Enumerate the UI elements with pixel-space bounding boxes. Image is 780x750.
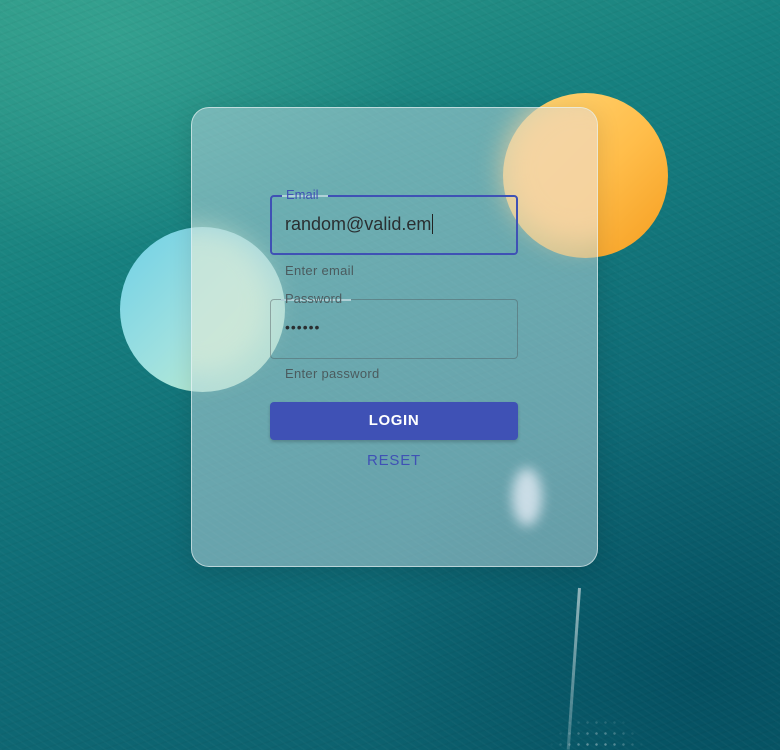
orange-glass-reflection (504, 108, 597, 244)
email-input[interactable]: random@valid.em (285, 214, 434, 235)
password-field[interactable]: Password •••••• (270, 292, 518, 359)
text-caret (432, 214, 434, 234)
login-card: Email random@valid.em Enter email Passwo… (191, 107, 598, 567)
light-glass-reflection (512, 468, 542, 526)
password-field-label: Password (285, 291, 343, 306)
email-field-label: Email (286, 187, 319, 202)
password-helper-text: Enter password (285, 366, 380, 381)
boat-wake-spray (520, 640, 660, 750)
teal-glass-reflection (192, 226, 272, 376)
email-input-value: random@valid.em (285, 214, 432, 234)
login-button[interactable]: LOGIN (270, 402, 518, 440)
email-field[interactable]: Email random@valid.em (270, 188, 518, 255)
password-input[interactable]: •••••• (285, 319, 320, 335)
reset-button[interactable]: RESET (344, 450, 444, 472)
email-helper-text: Enter email (285, 263, 355, 278)
